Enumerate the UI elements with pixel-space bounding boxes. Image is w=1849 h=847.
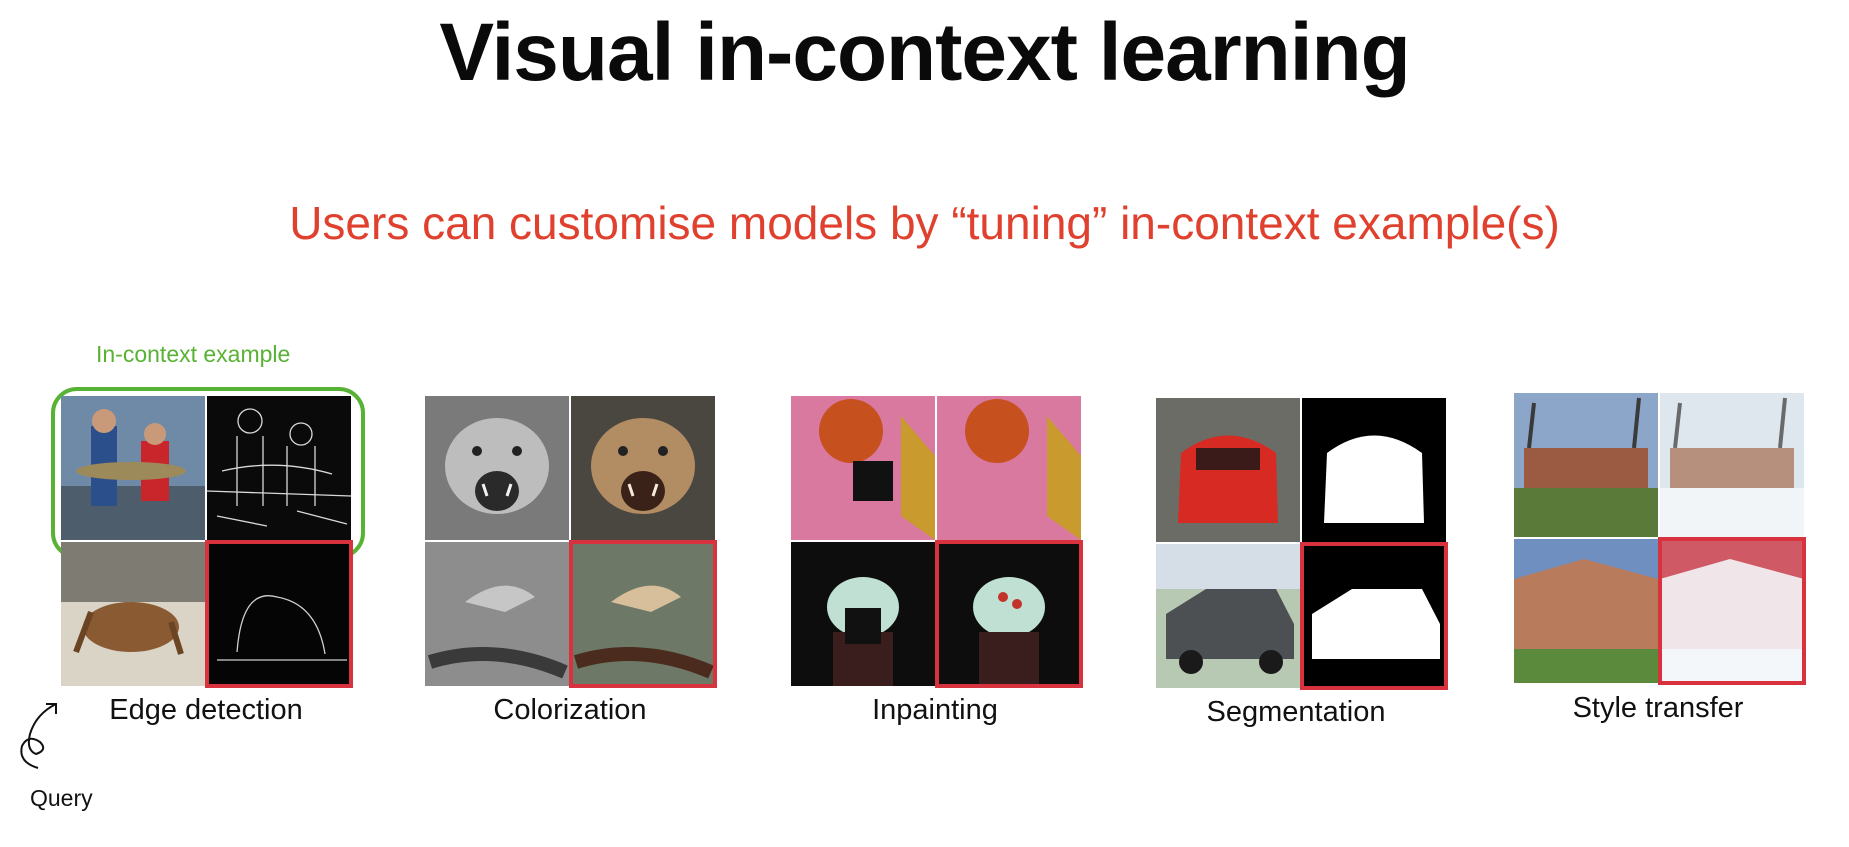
example-output-image bbox=[937, 396, 1081, 540]
example-output-image bbox=[1302, 398, 1446, 542]
caption-segmentation: Segmentation bbox=[1206, 696, 1386, 728]
query-input-image bbox=[1156, 544, 1300, 688]
caption-colorization: Colorization bbox=[493, 694, 647, 726]
slide-title: Visual in-context learning bbox=[439, 7, 1410, 98]
example-output-image bbox=[207, 396, 351, 540]
caption-inpainting: Inpainting bbox=[872, 694, 998, 726]
query-input-image bbox=[1514, 539, 1658, 683]
colorization-panel bbox=[425, 396, 717, 688]
inpainting-panel bbox=[791, 396, 1083, 688]
query-label: Query bbox=[30, 785, 93, 811]
output-highlight bbox=[1300, 542, 1448, 690]
output-highlight bbox=[569, 540, 717, 688]
in-context-label: In-context example bbox=[96, 341, 291, 367]
example-output-image bbox=[1660, 393, 1804, 537]
slide-subtitle: Users can customise models by “tuning” i… bbox=[289, 197, 1560, 249]
output-highlight bbox=[205, 540, 353, 688]
query-input-image bbox=[791, 542, 935, 686]
example-input-image bbox=[791, 396, 935, 540]
query-input-image bbox=[425, 542, 569, 686]
example-output-image bbox=[571, 396, 715, 540]
output-highlight bbox=[1658, 537, 1806, 685]
query-input-image bbox=[61, 542, 205, 686]
output-highlight bbox=[935, 540, 1083, 688]
query-arrow-icon bbox=[20, 703, 57, 769]
example-input-image bbox=[425, 396, 569, 540]
example-input-image bbox=[61, 396, 205, 540]
style-transfer-panel bbox=[1514, 393, 1806, 685]
example-input-image bbox=[1156, 398, 1300, 542]
caption-edge-detection: Edge detection bbox=[109, 694, 303, 726]
segmentation-panel bbox=[1156, 398, 1448, 690]
caption-style-transfer: Style transfer bbox=[1572, 692, 1744, 724]
example-input-image bbox=[1514, 393, 1658, 537]
edge-detection-panel bbox=[61, 396, 353, 688]
